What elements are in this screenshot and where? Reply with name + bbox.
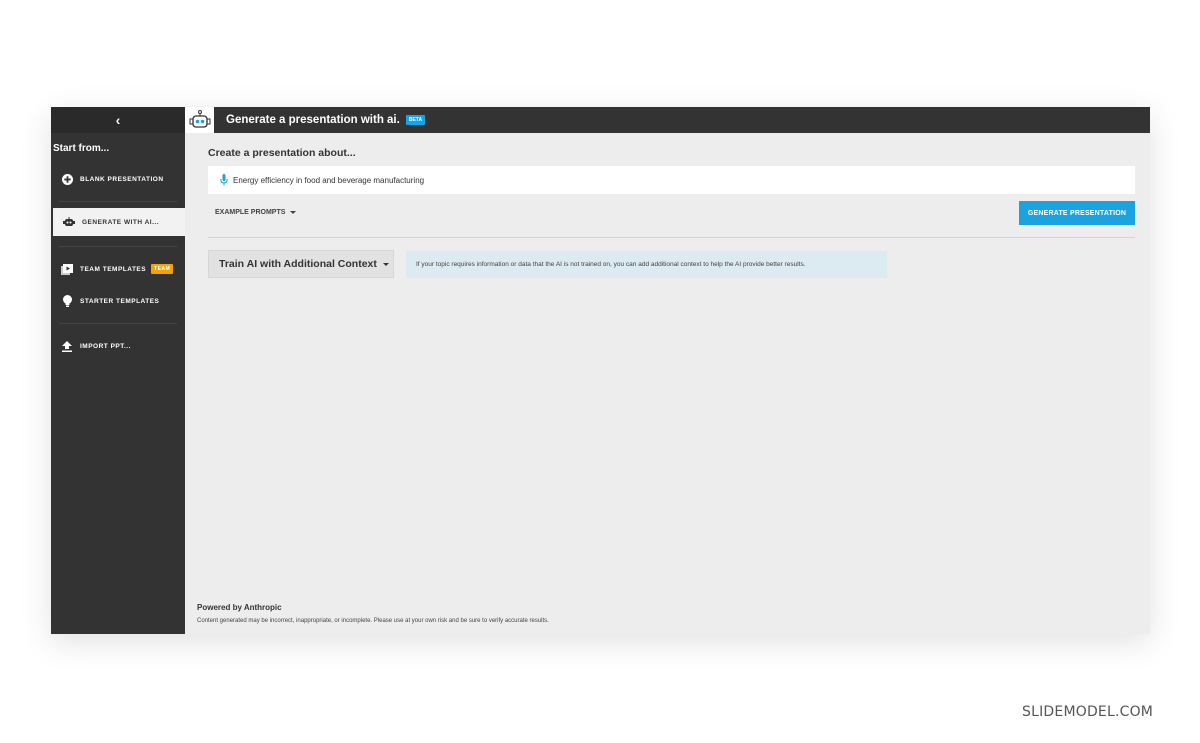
train-ai-label: Train AI with Additional Context <box>219 258 377 270</box>
page-title: Generate a presentation with ai. <box>226 114 400 126</box>
generate-presentation-button[interactable]: GENERATE PRESENTATION <box>1019 201 1135 225</box>
sidebar-item-label: BLANK PRESENTATION <box>80 175 164 183</box>
divider <box>208 237 1135 238</box>
sidebar-item-label: TEAM TEMPLATES <box>80 265 147 273</box>
chevron-left-icon: ‹ <box>115 112 121 128</box>
powered-by: Powered by Anthropic <box>197 603 282 612</box>
sidebar-item-starter-templates[interactable]: STARTER TEMPLATES <box>51 285 185 317</box>
upload-icon <box>61 340 73 352</box>
train-ai-context-button[interactable]: Train AI with Additional Context <box>208 250 394 278</box>
sidebar-divider <box>59 201 177 202</box>
caret-down-icon <box>382 262 389 266</box>
disclaimer: Content generated may be incorrect, inap… <box>197 618 549 624</box>
microphone-icon[interactable] <box>220 174 228 186</box>
robot-icon <box>185 107 214 133</box>
sidebar-item-team-templates[interactable]: TEAM TEMPLATES TEAM <box>51 253 185 285</box>
lightbulb-icon <box>61 295 73 307</box>
sidebar-item-label: GENERATE WITH AI... <box>82 218 160 226</box>
sidebar-item-blank-presentation[interactable]: BLANK PRESENTATION <box>51 163 185 195</box>
sidebar-item-import-ppt[interactable]: IMPORT PPT... <box>51 330 185 362</box>
sidebar-heading: Start from... <box>53 143 110 154</box>
robot-icon <box>63 216 75 228</box>
topic-input-value: Energy efficiency in food and beverage m… <box>233 175 425 185</box>
sidebar-divider <box>59 246 177 247</box>
back-button[interactable]: ‹ <box>51 107 185 133</box>
app-window: ‹ Start from... BLANK PRESENTATION GENER… <box>51 107 1150 634</box>
caret-down-icon <box>290 211 297 214</box>
watermark: SLIDEMODEL.COM <box>1022 704 1154 720</box>
sidebar: ‹ Start from... BLANK PRESENTATION GENER… <box>51 107 185 634</box>
info-box: If your topic requires information or da… <box>406 251 887 278</box>
team-badge: TEAM <box>151 264 174 274</box>
play-stack-icon <box>61 263 73 275</box>
example-prompts-label: EXAMPLE PROMPTS <box>215 209 286 216</box>
sidebar-item-label: STARTER TEMPLATES <box>80 297 160 305</box>
header-bar: Generate a presentation with ai. BETA <box>185 107 1150 133</box>
sidebar-divider <box>59 323 177 324</box>
create-label: Create a presentation about... <box>208 147 356 159</box>
main-panel: Create a presentation about... Energy ef… <box>185 133 1150 634</box>
example-prompts-dropdown[interactable]: EXAMPLE PROMPTS <box>215 209 297 216</box>
plus-circle-icon <box>61 173 73 185</box>
sidebar-item-generate-with-ai[interactable]: GENERATE WITH AI... <box>53 208 185 236</box>
topic-input[interactable]: Energy efficiency in food and beverage m… <box>208 166 1135 194</box>
sidebar-item-label: IMPORT PPT... <box>80 342 131 350</box>
beta-badge: BETA <box>405 115 426 125</box>
